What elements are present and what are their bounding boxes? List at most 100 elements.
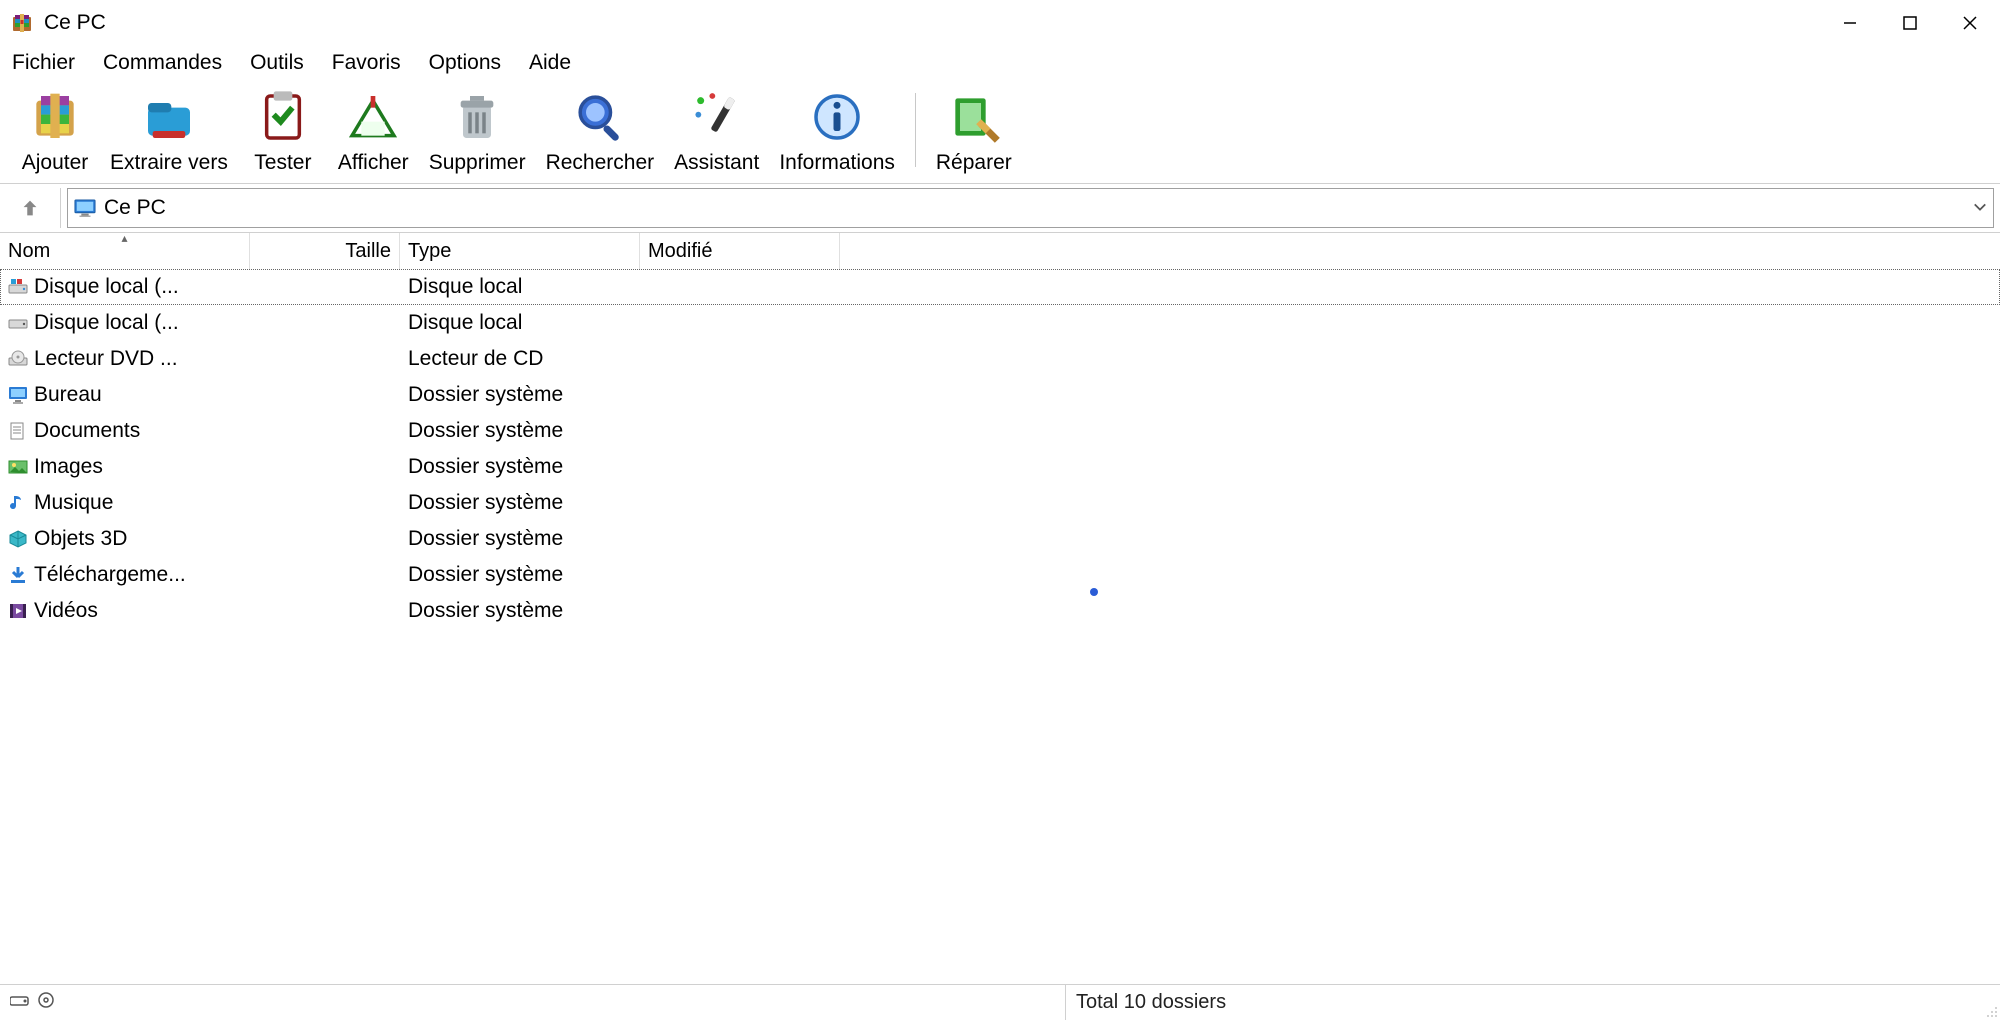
app-icon xyxy=(10,11,34,35)
column-header-size[interactable]: Taille xyxy=(250,233,400,269)
videos-icon xyxy=(8,601,28,621)
item-type: Dossier système xyxy=(400,599,640,623)
downloads-icon xyxy=(8,565,28,585)
view-icon xyxy=(345,89,401,145)
list-item[interactable]: Musique Dossier système xyxy=(0,485,2000,521)
toolbar-label: Rechercher xyxy=(546,151,655,175)
wizard-icon xyxy=(689,89,745,145)
list-item[interactable]: Disque local (... Disque local xyxy=(0,305,2000,341)
column-header-label: Modifié xyxy=(648,240,712,263)
status-right: Total 10 dossiers xyxy=(1066,991,1980,1014)
list-item[interactable]: Images Dossier système xyxy=(0,449,2000,485)
drive-icon xyxy=(8,313,28,333)
info-icon xyxy=(809,89,865,145)
item-name: Disque local (... xyxy=(34,311,179,335)
desktop-icon xyxy=(8,385,28,405)
file-list: Nom ▴ Taille Type Modifié Disque local (… xyxy=(0,232,2000,984)
drive-indicator-icon xyxy=(10,991,32,1014)
extract-icon xyxy=(141,89,197,145)
item-name: Disque local (... xyxy=(34,275,179,299)
item-type: Disque local xyxy=(400,275,640,299)
column-header-label: Nom xyxy=(8,240,50,263)
item-name: Objets 3D xyxy=(34,527,127,551)
drive-primary-icon xyxy=(8,277,28,297)
list-item[interactable]: Bureau Dossier système xyxy=(0,377,2000,413)
chevron-down-icon[interactable] xyxy=(1973,200,1987,217)
column-header-name[interactable]: Nom ▴ xyxy=(0,233,250,269)
list-item[interactable]: Documents Dossier système xyxy=(0,413,2000,449)
statusbar: Total 10 dossiers xyxy=(0,984,2000,1020)
list-item[interactable]: Objets 3DDossier système xyxy=(0,521,2000,557)
objects3d-icon xyxy=(8,529,28,549)
item-name: Bureau xyxy=(34,383,102,407)
item-name: Lecteur DVD ... xyxy=(34,347,178,371)
menu-item-favoris[interactable]: Favoris xyxy=(332,51,401,75)
address-row: Ce PC xyxy=(0,184,2000,232)
item-type: Dossier système xyxy=(400,383,640,407)
separator xyxy=(915,93,916,167)
item-name: Musique xyxy=(34,491,113,515)
window-title: Ce PC xyxy=(44,11,106,35)
delete-icon xyxy=(449,89,505,145)
toolbar-wizard-button[interactable]: Assistant xyxy=(664,85,769,175)
toolbar-add-button[interactable]: Ajouter xyxy=(10,85,100,175)
test-icon xyxy=(255,89,311,145)
status-left xyxy=(0,991,1065,1014)
item-type: Dossier système xyxy=(400,455,640,479)
list-item[interactable]: Lecteur DVD ... Lecteur de CD xyxy=(0,341,2000,377)
resize-grip[interactable] xyxy=(1980,985,2000,1020)
images-icon xyxy=(8,457,28,477)
menu-item-commandes[interactable]: Commandes xyxy=(103,51,222,75)
dvd-icon xyxy=(8,349,28,369)
toolbar: Ajouter Extraire vers Tester Afficher Suppri… xyxy=(0,81,2000,184)
column-header-type[interactable]: Type xyxy=(400,233,640,269)
column-header-label: Type xyxy=(408,240,451,263)
toolbar-repair-button[interactable]: Réparer xyxy=(926,85,1022,175)
toolbar-test-button[interactable]: Tester xyxy=(238,85,328,175)
column-header-modified[interactable]: Modifié xyxy=(640,233,840,269)
toolbar-label: Ajouter xyxy=(22,151,89,175)
list-item[interactable]: Téléchargeme... Dossier système xyxy=(0,557,2000,593)
item-name: Images xyxy=(34,455,103,479)
list-item[interactable]: Vidéos Dossier système xyxy=(0,593,2000,629)
titlebar: Ce PC xyxy=(0,0,2000,45)
toolbar-label: Tester xyxy=(254,151,311,175)
toolbar-delete-button[interactable]: Supprimer xyxy=(419,85,536,175)
address-field[interactable]: Ce PC xyxy=(67,188,1994,228)
sort-indicator-icon: ▴ xyxy=(121,232,127,245)
item-type: Disque local xyxy=(400,311,640,335)
menubar: Fichier Commandes Outils Favoris Options Aide xyxy=(0,45,2000,81)
separator xyxy=(60,188,61,228)
toolbar-label: Afficher xyxy=(338,151,409,175)
pc-icon xyxy=(74,199,96,217)
item-type: Dossier système xyxy=(400,419,640,443)
disc-indicator-icon xyxy=(38,991,54,1014)
menu-item-options[interactable]: Options xyxy=(429,51,501,75)
minimize-button[interactable] xyxy=(1820,0,1880,45)
item-name: Téléchargeme... xyxy=(34,563,186,587)
close-button[interactable] xyxy=(1940,0,2000,45)
add-icon xyxy=(27,89,83,145)
item-type: Lecteur de CD xyxy=(400,347,640,371)
toolbar-view-button[interactable]: Afficher xyxy=(328,85,419,175)
toolbar-info-button[interactable]: Informations xyxy=(769,85,905,175)
item-type: Dossier système xyxy=(400,563,640,587)
column-headers: Nom ▴ Taille Type Modifié xyxy=(0,233,2000,269)
maximize-button[interactable] xyxy=(1880,0,1940,45)
menu-item-outils[interactable]: Outils xyxy=(250,51,304,75)
item-name: Vidéos xyxy=(34,599,98,623)
toolbar-search-button[interactable]: Rechercher xyxy=(536,85,665,175)
search-icon xyxy=(572,89,628,145)
column-header-label: Taille xyxy=(345,240,391,263)
list-body[interactable]: Disque local (...Disque localDisque loca… xyxy=(0,269,2000,984)
item-name: Documents xyxy=(34,419,140,443)
toolbar-extract-button[interactable]: Extraire vers xyxy=(100,85,238,175)
menu-item-aide[interactable]: Aide xyxy=(529,51,571,75)
toolbar-label: Assistant xyxy=(674,151,759,175)
item-type: Dossier système xyxy=(400,491,640,515)
list-item[interactable]: Disque local (... Disque local xyxy=(0,269,2000,305)
music-icon xyxy=(8,493,28,513)
up-button[interactable] xyxy=(6,188,54,228)
toolbar-label: Réparer xyxy=(936,151,1012,175)
menu-item-fichier[interactable]: Fichier xyxy=(12,51,75,75)
